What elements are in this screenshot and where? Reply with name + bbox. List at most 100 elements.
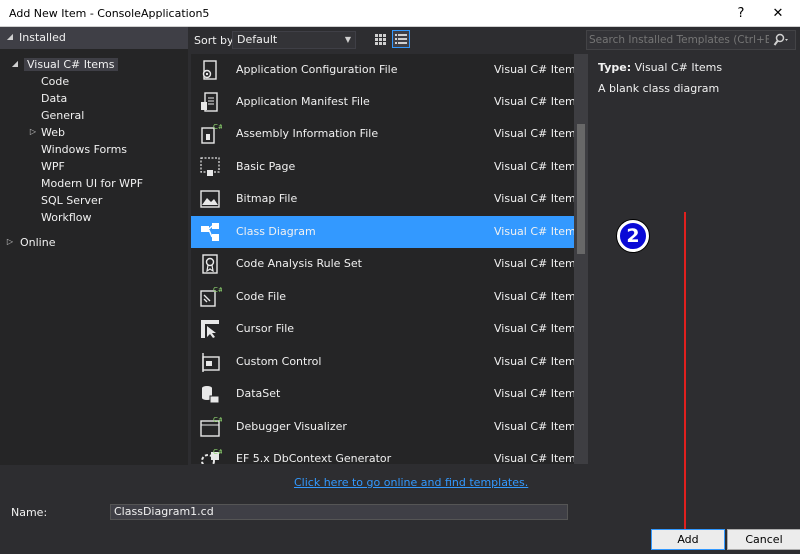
list-view-icon — [395, 34, 407, 44]
tree-header-installed[interactable]: ◢ Installed — [0, 27, 188, 49]
tree-item-general[interactable]: General — [0, 107, 188, 124]
svg-text:C#: C# — [213, 123, 222, 131]
tree-item-label: Code — [41, 75, 70, 88]
list-item[interactable]: C# Code File Visual C# Items — [191, 281, 574, 313]
tree-item-wpf[interactable]: WPF — [0, 158, 188, 175]
item-category: Visual C# Items — [494, 420, 574, 433]
search-input[interactable] — [589, 33, 769, 47]
tree-item-label: WPF — [41, 160, 65, 173]
svg-text:C#: C# — [213, 286, 222, 294]
cancel-button[interactable]: Cancel — [727, 529, 800, 550]
details-type-value: Visual C# Items — [634, 61, 723, 74]
item-category: Visual C# Items — [494, 63, 574, 76]
list-item[interactable]: C# Debugger Visualizer Visual C# Items — [191, 411, 574, 443]
list-item[interactable]: DataSet Visual C# Items — [191, 378, 574, 410]
rule-set-icon — [202, 254, 218, 274]
tree-item-visual-cs-items[interactable]: ◢ Visual C# Items — [0, 56, 188, 73]
list-item[interactable]: Custom Control Visual C# Items — [191, 346, 574, 378]
item-name: Application Configuration File — [236, 63, 398, 76]
svg-text:C#: C# — [213, 416, 222, 424]
add-button[interactable]: Add — [651, 529, 725, 550]
tree-item-label: Data — [41, 92, 68, 105]
tree-item-windows-forms[interactable]: Windows Forms — [0, 141, 188, 158]
sort-dropdown[interactable]: Default ▼ — [232, 31, 356, 49]
cursor-icon — [201, 320, 219, 338]
list-item[interactable]: Cursor File Visual C# Items — [191, 313, 574, 345]
close-button[interactable]: ✕ — [760, 1, 796, 26]
tree-item-code[interactable]: Code — [0, 73, 188, 90]
class-diagram-icon — [201, 223, 219, 241]
list-item[interactable]: Application Configuration File Visual C#… — [191, 54, 574, 86]
annotation-arrow-line — [684, 212, 686, 537]
sort-toolbar: Sort by: Default ▼ — [188, 27, 588, 52]
bitmap-icon — [200, 190, 220, 208]
expand-arrow-icon[interactable]: ◢ — [10, 59, 20, 68]
tree-item-label: General — [41, 109, 85, 122]
sort-label: Sort by: — [194, 34, 237, 47]
tree-item-label: Workflow — [41, 211, 92, 224]
details-type: Type: Visual C# Items — [598, 61, 722, 74]
item-category: Visual C# Items — [494, 160, 574, 173]
item-category: Visual C# Items — [494, 322, 574, 335]
item-name: Debugger Visualizer — [236, 420, 347, 433]
name-label: Name: — [11, 506, 48, 519]
details-type-label: Type: — [598, 61, 632, 74]
small-icons-view-button[interactable] — [371, 30, 389, 48]
config-file-icon — [202, 60, 217, 80]
list-scrollbar[interactable] — [574, 54, 588, 464]
tree-item-label: Windows Forms — [41, 143, 128, 156]
details-description: A blank class diagram — [598, 82, 720, 95]
item-category: Visual C# Items — [494, 127, 574, 140]
search-icon[interactable] — [773, 33, 789, 47]
list-item[interactable]: C# EF 5.x DbContext Generator Visual C# … — [191, 443, 574, 464]
code-file-icon: C# — [200, 286, 222, 307]
item-name: Bitmap File — [236, 192, 298, 205]
item-category: Visual C# Items — [494, 355, 574, 368]
item-name: Code File — [236, 290, 287, 303]
list-item[interactable]: C# Assembly Information File Visual C# I… — [191, 118, 574, 150]
tree-item-data[interactable]: Data — [0, 90, 188, 107]
list-item[interactable]: Basic Page Visual C# Items — [191, 151, 574, 183]
assembly-info-icon: C# — [201, 123, 222, 144]
item-name: Code Analysis Rule Set — [236, 257, 362, 270]
tree-item-modern-ui[interactable]: Modern UI for WPF — [0, 175, 188, 192]
item-name: Assembly Information File — [236, 127, 379, 140]
title-bar: Add New Item - ConsoleApplication5 ? ✕ — [0, 0, 800, 27]
step-number-badge: 2 — [617, 220, 649, 252]
window-title: Add New Item - ConsoleApplication5 — [9, 7, 210, 20]
help-button[interactable]: ? — [723, 1, 759, 26]
item-category: Visual C# Items — [494, 95, 574, 108]
item-category: Visual C# Items — [494, 257, 574, 270]
item-name: Class Diagram — [236, 225, 316, 238]
item-name: Custom Control — [236, 355, 322, 368]
tree-item-workflow[interactable]: Workflow — [0, 209, 188, 226]
scrollbar-thumb[interactable] — [577, 124, 585, 254]
ef-generator-icon: C# — [201, 448, 222, 464]
details-pane: Type: Visual C# Items A blank class diag… — [590, 54, 800, 464]
name-field[interactable]: ClassDiagram1.cd — [110, 504, 568, 520]
tree-item-label: SQL Server — [41, 194, 103, 207]
item-category: Visual C# Items — [494, 192, 574, 205]
list-item[interactable]: Bitmap File Visual C# Items — [191, 183, 574, 215]
collapse-arrow-icon[interactable]: ▷ — [5, 237, 15, 246]
search-box[interactable] — [586, 30, 796, 50]
online-templates-link[interactable]: Click here to go online and find templat… — [294, 476, 528, 489]
expand-arrow-icon[interactable]: ◢ — [5, 32, 15, 41]
list-item[interactable]: Code Analysis Rule Set Visual C# Items — [191, 248, 574, 280]
list-view-button[interactable] — [392, 30, 410, 48]
collapse-arrow-icon[interactable]: ▷ — [28, 127, 38, 136]
template-list: Application Configuration File Visual C#… — [191, 54, 574, 464]
tree-item-label: Modern UI for WPF — [41, 177, 144, 190]
dialog-client: ◢ Installed ◢ Visual C# Items Code Data … — [0, 27, 800, 554]
item-name: EF 5.x DbContext Generator — [236, 452, 392, 464]
item-name: Basic Page — [236, 160, 296, 173]
item-name: Application Manifest File — [236, 95, 370, 108]
item-name: Cursor File — [236, 322, 295, 335]
tree-item-online[interactable]: ▷ Online — [0, 234, 188, 251]
tree-item-sql-server[interactable]: SQL Server — [0, 192, 188, 209]
tree-item-web[interactable]: ▷ Web — [0, 124, 188, 141]
item-category: Visual C# Items — [494, 452, 574, 464]
tree-item-label: Online — [20, 236, 56, 249]
list-item[interactable]: Application Manifest File Visual C# Item… — [191, 86, 574, 118]
list-item-selected[interactable]: Class Diagram Visual C# Items — [191, 216, 574, 248]
